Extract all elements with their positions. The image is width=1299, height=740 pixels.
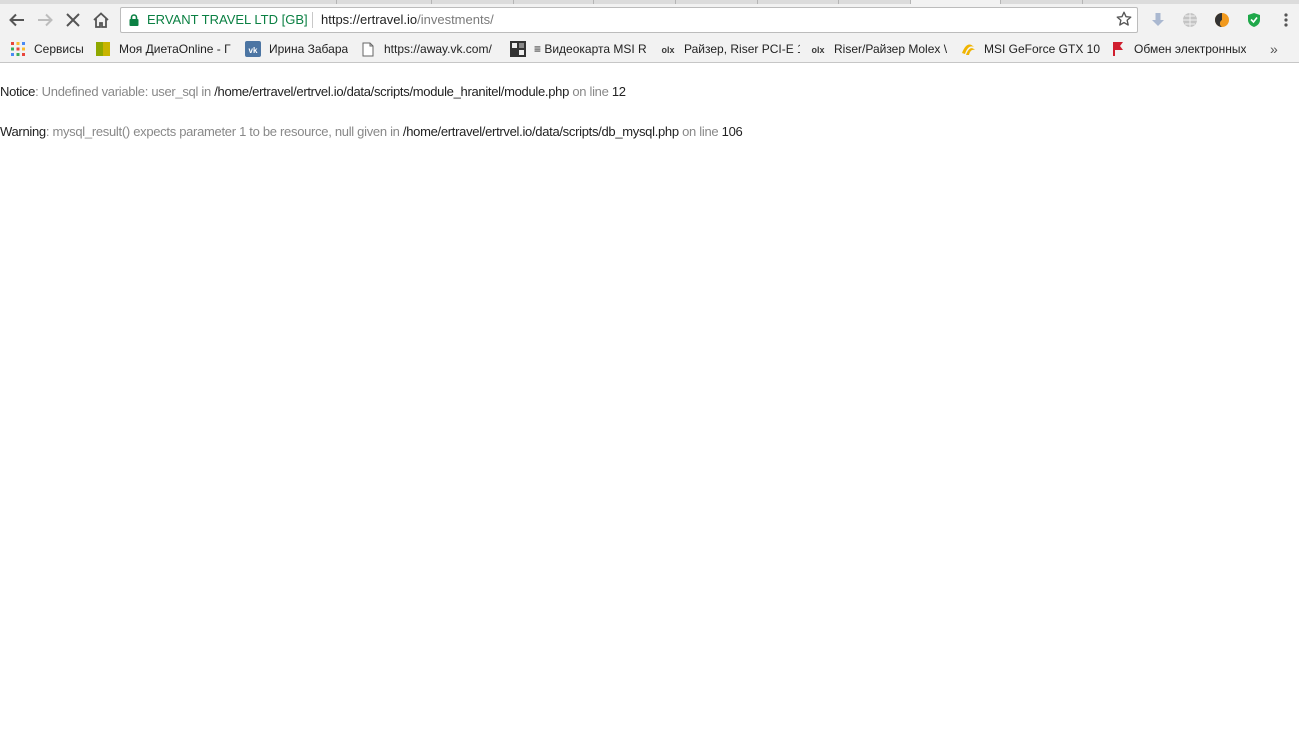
forward-arrow-icon bbox=[38, 13, 53, 27]
shield-extension-icon[interactable] bbox=[1246, 12, 1262, 28]
bookmarks-overflow-button[interactable]: » bbox=[1270, 40, 1284, 58]
bookmark-msi-videocard[interactable]: ≡ Видеокарта MSI R bbox=[510, 40, 648, 58]
bookmark-label: Моя ДиетаOnline - Г bbox=[119, 42, 231, 56]
url-host: https://ertravel.io bbox=[321, 12, 418, 27]
url-text[interactable]: https://ertravel.io/investments/ bbox=[321, 12, 494, 27]
home-icon bbox=[93, 12, 109, 28]
diet-icon bbox=[95, 41, 111, 57]
notice-line: 12 bbox=[611, 84, 626, 99]
lock-icon bbox=[128, 13, 140, 32]
bookmark-msi-gtx[interactable]: MSI GeForce GTX 106 bbox=[960, 40, 1100, 58]
bookmarks-bar: Сервисы Моя ДиетаOnline - Г vk Ирина Заб… bbox=[0, 36, 1299, 63]
yellow-brand-icon bbox=[960, 41, 976, 57]
bookmark-label: MSI GeForce GTX 106 bbox=[984, 42, 1100, 56]
home-button[interactable] bbox=[89, 8, 113, 32]
bookmark-label: Ирина Забара bbox=[269, 42, 349, 56]
address-bar[interactable]: ERVANT TRAVEL LTD [GB] https://ertravel.… bbox=[120, 7, 1138, 33]
back-button[interactable] bbox=[5, 8, 29, 32]
browser-toolbar: ERVANT TRAVEL LTD [GB] https://ertravel.… bbox=[0, 4, 1299, 36]
olx-icon: olx bbox=[810, 41, 826, 57]
notice-text: : Undefined variable: user_sql in bbox=[35, 84, 215, 99]
warning-line: 106 bbox=[721, 124, 743, 139]
svg-text:olx: olx bbox=[661, 45, 674, 55]
notice-file: /home/ertravel/ertrvel.io/data/scripts/m… bbox=[214, 84, 570, 99]
forward-button[interactable] bbox=[33, 8, 57, 32]
bookmark-label: Обмен электронных bbox=[1134, 42, 1247, 56]
bookmark-exchange[interactable]: Обмен электронных bbox=[1110, 40, 1250, 58]
orange-extension-icon[interactable] bbox=[1214, 12, 1230, 28]
notice-level: Notice bbox=[0, 84, 36, 99]
bookmark-label: Райзер, Riser PCI-E 1 bbox=[684, 42, 800, 56]
red-flag-icon bbox=[1110, 41, 1126, 57]
omnibox-divider bbox=[312, 12, 313, 28]
bookmark-label: https://away.vk.com/ bbox=[384, 42, 492, 56]
page-icon bbox=[360, 41, 376, 57]
php-warning-message: Warning: mysql_result() expects paramete… bbox=[0, 124, 743, 139]
warning-level: Warning bbox=[0, 124, 46, 139]
bookmark-diet[interactable]: Моя ДиетаOnline - Г bbox=[95, 40, 233, 58]
warning-text: : mysql_result() expects parameter 1 to … bbox=[45, 124, 403, 139]
globe-extension-icon[interactable] bbox=[1182, 12, 1198, 28]
olx-icon: olx bbox=[660, 41, 676, 57]
php-notice-message: Notice: Undefined variable: user_sql in … bbox=[0, 84, 626, 99]
menu-icon[interactable] bbox=[1278, 12, 1294, 28]
svg-text:olx: olx bbox=[811, 45, 824, 55]
msi-icon bbox=[510, 41, 526, 57]
svg-text:vk: vk bbox=[249, 46, 258, 55]
vk-icon: vk bbox=[245, 41, 261, 57]
bookmark-olx-riser-pcie[interactable]: olx Райзер, Riser PCI-E 1 bbox=[660, 40, 800, 58]
bookmark-label: Сервисы bbox=[34, 42, 84, 56]
page-content: Notice: Undefined variable: user_sql in … bbox=[0, 63, 1299, 740]
warning-online: on line bbox=[678, 124, 722, 139]
close-icon bbox=[66, 13, 80, 27]
notice-online: on line bbox=[569, 84, 612, 99]
stop-button[interactable] bbox=[61, 8, 85, 32]
url-path: /investments/ bbox=[417, 12, 494, 27]
ev-certificate-label[interactable]: ERVANT TRAVEL LTD [GB] bbox=[147, 12, 308, 27]
back-arrow-icon bbox=[9, 13, 24, 27]
bookmark-vk-irina[interactable]: vk Ирина Забара bbox=[245, 40, 357, 58]
bookmark-star-icon[interactable] bbox=[1115, 10, 1133, 33]
apps-grid-icon bbox=[10, 41, 26, 57]
bookmark-services[interactable]: Сервисы bbox=[10, 40, 92, 58]
bookmark-olx-riser-molex[interactable]: olx Riser/Райзер Molex \ bbox=[810, 40, 948, 58]
bookmark-away-vk[interactable]: https://away.vk.com/ bbox=[360, 40, 498, 58]
download-extension-icon[interactable] bbox=[1150, 12, 1166, 28]
warning-file: /home/ertravel/ertrvel.io/data/scripts/d… bbox=[402, 124, 679, 139]
bookmark-label: ≡ Видеокарта MSI R bbox=[534, 42, 647, 56]
bookmark-label: Riser/Райзер Molex \ bbox=[834, 42, 948, 56]
